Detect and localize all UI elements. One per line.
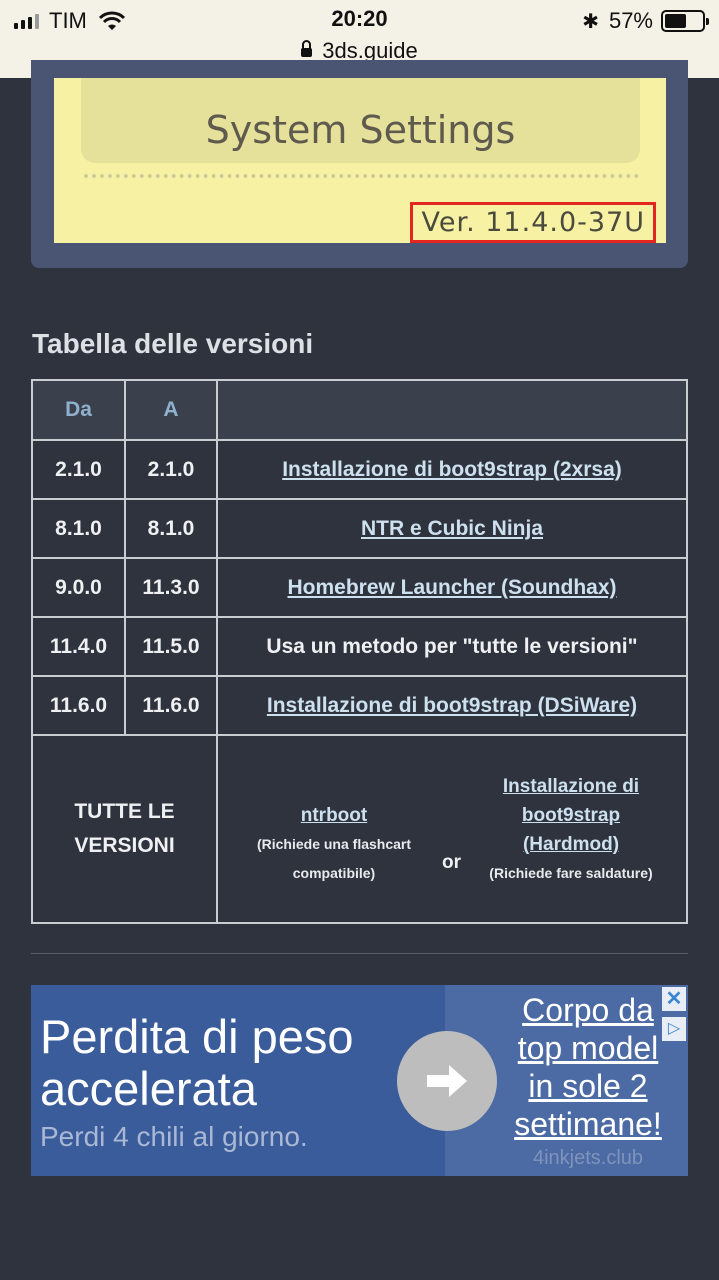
table-row-all-versions: TUTTE LE VERSIONI ntrboot (Richiede una … bbox=[31, 734, 688, 924]
method-link[interactable]: Installazione di boot9strap (DSiWare) bbox=[267, 694, 637, 717]
dotted-divider bbox=[84, 174, 639, 178]
table-row: 8.1.0 8.1.0 NTR e Cubic Ninja bbox=[31, 498, 688, 559]
option-hardmod: Installazione di boot9strap (Hardmod) (R… bbox=[468, 772, 674, 888]
all-versions-options: ntrboot (Richiede una flashcart compatib… bbox=[216, 734, 688, 924]
header-da: Da bbox=[31, 379, 126, 441]
close-icon[interactable]: ✕ bbox=[662, 987, 686, 1011]
battery-icon bbox=[661, 10, 709, 32]
cell-from: 9.0.0 bbox=[31, 557, 126, 618]
cell-method-text: Usa un metodo per "tutte le versioni" bbox=[216, 616, 688, 677]
ad-headline: Perdita di peso accelerata bbox=[40, 1011, 354, 1115]
ad-subline: Perdi 4 chili al giorno. bbox=[40, 1121, 308, 1152]
battery-percent: 57% bbox=[608, 8, 653, 33]
table-row: 2.1.0 2.1.0 Installazione di boot9strap … bbox=[31, 439, 688, 500]
adchoices-icon[interactable]: ▷ bbox=[662, 1017, 686, 1041]
ntrboot-note-2: compatibile) bbox=[292, 865, 376, 881]
system-settings-screenshot: System Settings Ver. 11.4.0-37U bbox=[31, 60, 688, 268]
lock-icon bbox=[301, 40, 313, 57]
ad-promo-line3: in sole 2 bbox=[528, 1068, 648, 1104]
cell-from: 11.4.0 bbox=[31, 616, 126, 677]
hardmod-link-3[interactable]: (Hardmod) bbox=[468, 830, 674, 859]
cell-method: NTR e Cubic Ninja bbox=[216, 498, 688, 559]
bluetooth-icon: ✱ bbox=[582, 10, 599, 33]
header-a: A bbox=[124, 379, 218, 441]
cell-from: 11.6.0 bbox=[31, 675, 126, 736]
divider bbox=[31, 953, 688, 954]
section-title: Tabella delle versioni bbox=[32, 328, 314, 359]
all-versions-line1: TUTTE LE bbox=[74, 800, 175, 823]
arrow-right-icon[interactable] bbox=[397, 1031, 497, 1131]
ad-promo-line1: Corpo da bbox=[522, 992, 654, 1028]
method-link[interactable]: Homebrew Launcher (Soundhax) bbox=[287, 576, 616, 599]
ad-promo-line2: top model bbox=[517, 1030, 659, 1066]
method-link[interactable]: NTR e Cubic Ninja bbox=[361, 517, 543, 540]
cell-from: 8.1.0 bbox=[31, 498, 126, 559]
settings-tile: System Settings bbox=[81, 78, 640, 163]
screenshot-screen: System Settings Ver. 11.4.0-37U bbox=[54, 78, 666, 243]
ad-promo-line4: settimane! bbox=[514, 1106, 662, 1142]
table-row: 11.6.0 11.6.0 Installazione di boot9stra… bbox=[31, 675, 688, 736]
hardmod-link-1[interactable]: Installazione di bbox=[468, 772, 674, 801]
all-versions-line2: VERSIONI bbox=[74, 834, 175, 857]
ad-promo-link[interactable]: Corpo da top model in sole 2 settimane! bbox=[503, 991, 673, 1143]
cell-from: 2.1.0 bbox=[31, 439, 126, 500]
all-versions-label: TUTTE LE VERSIONI bbox=[31, 734, 218, 924]
cell-to: 11.6.0 bbox=[124, 675, 218, 736]
cell-to: 8.1.0 bbox=[124, 498, 218, 559]
cell-method: Installazione di boot9strap (2xrsa) bbox=[216, 439, 688, 500]
option-ntrboot: ntrboot (Richiede una flashcart compatib… bbox=[234, 801, 434, 888]
settings-label: System Settings bbox=[205, 108, 516, 152]
ad-headline-line2: accelerata bbox=[40, 1062, 257, 1115]
header-method bbox=[216, 379, 688, 441]
cell-to: 2.1.0 bbox=[124, 439, 218, 500]
status-right: ✱ 57% bbox=[582, 8, 709, 34]
cell-to: 11.3.0 bbox=[124, 557, 218, 618]
table-header-row: Da A bbox=[31, 379, 688, 441]
ad-banner[interactable]: Perdita di peso accelerata Perdi 4 chili… bbox=[31, 985, 688, 1176]
table-row: 9.0.0 11.3.0 Homebrew Launcher (Soundhax… bbox=[31, 557, 688, 618]
table-row: 11.4.0 11.5.0 Usa un metodo per "tutte l… bbox=[31, 616, 688, 677]
ntrboot-note-1: (Richiede una flashcart bbox=[256, 836, 412, 852]
ad-headline-line1: Perdita di peso bbox=[40, 1010, 354, 1063]
method-link[interactable]: Installazione di boot9strap (2xrsa) bbox=[282, 458, 622, 481]
or-label: or bbox=[442, 852, 461, 873]
hardmod-link-2[interactable]: boot9strap bbox=[468, 801, 674, 830]
ad-domain: 4inkjets.club bbox=[532, 1147, 644, 1169]
version-table: Da A 2.1.0 2.1.0 Installazione di boot9s… bbox=[31, 379, 688, 924]
version-highlight: Ver. 11.4.0-37U bbox=[410, 202, 656, 243]
cell-method: Homebrew Launcher (Soundhax) bbox=[216, 557, 688, 618]
cell-to: 11.5.0 bbox=[124, 616, 218, 677]
cell-method: Installazione di boot9strap (DSiWare) bbox=[216, 675, 688, 736]
ntrboot-link[interactable]: ntrboot bbox=[234, 801, 434, 830]
hardmod-note: (Richiede fare saldature) bbox=[489, 865, 653, 881]
